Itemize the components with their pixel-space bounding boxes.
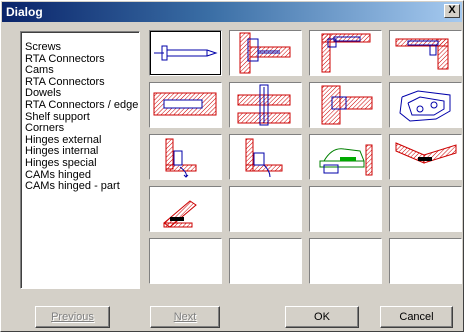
cancel-button-label: Cancel [399, 311, 434, 323]
gallery-cell-empty[interactable] [229, 238, 302, 284]
next-button[interactable]: Next [150, 306, 220, 328]
gallery-cell-empty[interactable] [389, 238, 462, 284]
gallery-cell[interactable] [389, 82, 462, 128]
close-icon: X [448, 4, 456, 16]
gallery-cell[interactable] [389, 30, 462, 76]
cam-hinged-icon [395, 142, 457, 164]
hinge-external-icon [165, 138, 197, 178]
gallery-cell[interactable] [149, 30, 222, 76]
gallery-cell[interactable] [149, 134, 222, 180]
ok-button-label: OK [314, 311, 330, 323]
cam-icon [321, 33, 371, 73]
next-button-label: Next [173, 311, 197, 323]
shelf-support-icon [321, 85, 373, 125]
ok-button[interactable]: OK [285, 306, 359, 328]
gallery-cell-empty[interactable] [309, 238, 382, 284]
dialog-window: Dialog X Screws RTA Connectors Cams RTA Con… [0, 0, 464, 332]
corner-bracket-icon [399, 90, 451, 122]
previous-button-label: Previous [51, 311, 94, 323]
list-item[interactable]: Hinges special [25, 157, 139, 170]
dowel-icon [153, 92, 217, 116]
close-button[interactable]: X [444, 4, 460, 18]
list-item[interactable]: Corners [25, 123, 139, 135]
list-item[interactable]: RTA Connectors / edge [25, 99, 139, 112]
cancel-button[interactable]: Cancel [380, 306, 453, 328]
window-title: Dialog [6, 5, 43, 19]
rta-connector-edge-icon [237, 84, 291, 126]
title-bar[interactable]: Dialog X [2, 2, 462, 22]
rta-connector-corner-icon [395, 38, 449, 70]
list-item[interactable]: Screws [25, 41, 139, 54]
gallery-cell-empty[interactable] [309, 186, 382, 232]
list-item[interactable]: CAMs hinged - part [25, 181, 139, 193]
category-list[interactable]: Screws RTA Connectors Cams RTA Connectors Do… [20, 31, 140, 289]
hinge-special-icon [319, 144, 373, 176]
gallery-cell[interactable] [229, 134, 302, 180]
gallery-cell-empty[interactable] [149, 238, 222, 284]
gallery-cell[interactable] [229, 30, 302, 76]
gallery-cell[interactable] [149, 186, 222, 232]
gallery-cell-empty[interactable] [229, 186, 302, 232]
previous-button[interactable]: Previous [35, 306, 110, 328]
gallery-cell-empty[interactable] [389, 186, 462, 232]
gallery-cell[interactable] [309, 134, 382, 180]
gallery-cell[interactable] [149, 82, 222, 128]
gallery-cell[interactable] [389, 134, 462, 180]
gallery-cell[interactable] [229, 82, 302, 128]
gallery-cell[interactable] [309, 30, 382, 76]
screw-icon [154, 45, 218, 61]
hinge-internal-icon [245, 138, 283, 178]
gallery-cell[interactable] [309, 82, 382, 128]
cam-hinged-part-icon [163, 200, 197, 228]
rta-connector-icon [239, 32, 291, 74]
